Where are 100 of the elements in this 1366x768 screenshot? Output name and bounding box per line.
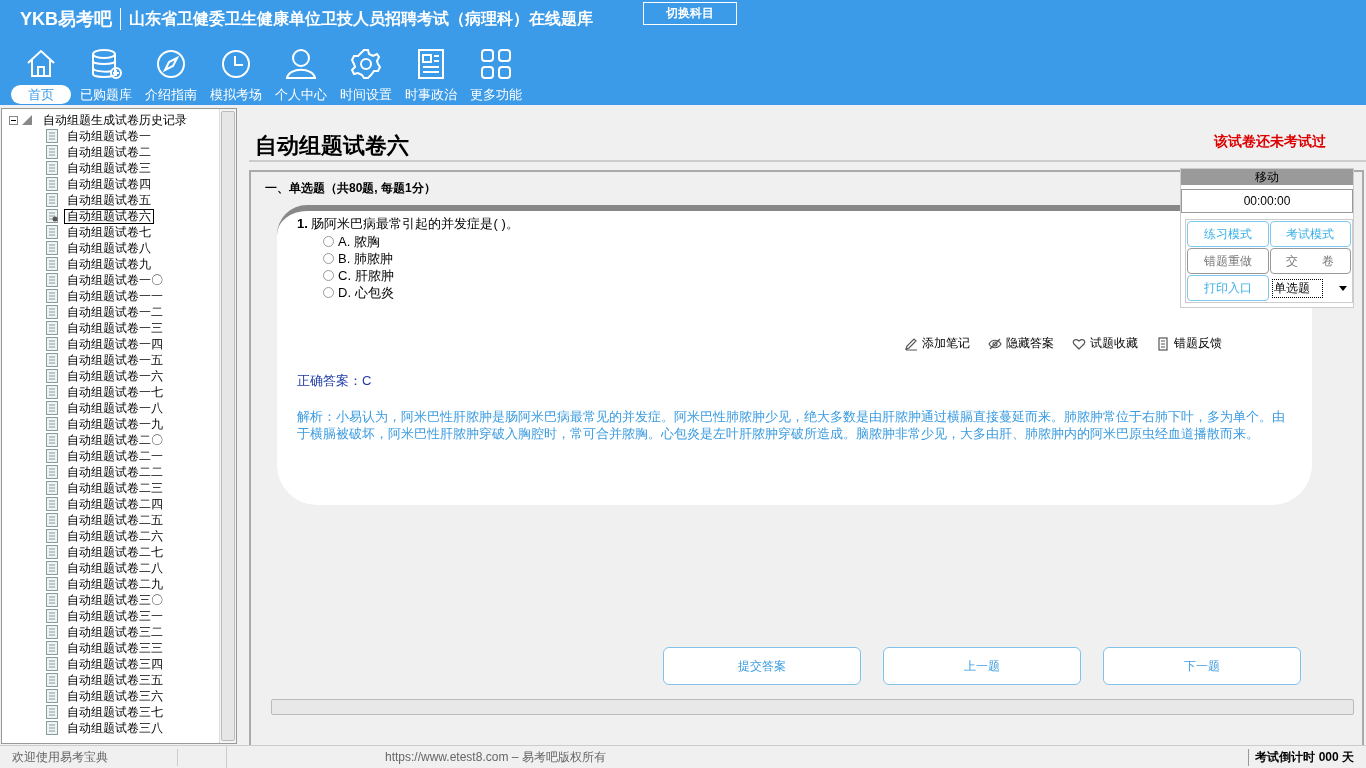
user-icon (283, 47, 318, 81)
tree-item[interactable]: 自动组题试卷一 (64, 128, 154, 144)
document-icon (46, 625, 58, 639)
document-icon (46, 273, 58, 287)
document-icon (46, 145, 58, 159)
question-text: 1. 肠阿米巴病最常引起的并发症是( )。 (297, 215, 520, 233)
radio-button[interactable] (323, 253, 334, 264)
tree-item[interactable]: 自动组题试卷三七 (64, 704, 166, 720)
document-icon (46, 433, 58, 447)
tree-item[interactable]: 自动组题试卷一一 (64, 288, 166, 304)
document-icon (46, 401, 58, 415)
option-label[interactable]: B. 肺脓肿 (338, 249, 393, 268)
tree-item[interactable]: 自动组题试卷三一 (64, 608, 166, 624)
tree-item[interactable]: 自动组题试卷三四 (64, 656, 166, 672)
document-icon (46, 193, 58, 207)
document-pin-icon (46, 209, 58, 223)
gear-icon (348, 47, 383, 81)
heart-icon (1072, 336, 1086, 351)
tree-item[interactable]: 自动组题试卷二六 (64, 528, 166, 544)
action-link[interactable]: 隐藏答案 (988, 335, 1054, 352)
action-link[interactable]: 试题收藏 (1072, 335, 1138, 352)
tree-item[interactable]: 自动组题试卷二四 (64, 496, 166, 512)
tree-item[interactable]: 自动组题试卷三三 (64, 640, 166, 656)
tree-item[interactable]: 自动组题试卷八 (64, 240, 154, 256)
tree-item[interactable]: 自动组题试卷三五 (64, 672, 166, 688)
document-icon (46, 609, 58, 623)
tree-item[interactable]: 自动组题试卷一二 (64, 304, 166, 320)
scrollbar[interactable] (271, 699, 1354, 715)
mode-button[interactable]: 错题重做 (1187, 248, 1269, 274)
option-label[interactable]: C. 肝脓肿 (338, 266, 394, 285)
document-icon (46, 337, 58, 351)
tree-item[interactable]: 自动组题试卷三二 (64, 624, 166, 640)
tree-item[interactable]: 自动组题试卷六 (64, 208, 154, 224)
tree-item[interactable]: 自动组题试卷一四 (64, 336, 166, 352)
tree-item[interactable]: 自动组题试卷一八 (64, 400, 166, 416)
eye-icon (988, 336, 1002, 351)
tree-item[interactable]: 自动组题试卷五 (64, 192, 154, 208)
copyright-text: https://www.etest8.com – 易考吧版权所有 (385, 748, 607, 766)
document-icon (46, 305, 58, 319)
tree-item[interactable]: 自动组题试卷一九 (64, 416, 166, 432)
tree-item[interactable]: 自动组题试卷九 (64, 256, 154, 272)
tree-item[interactable]: 自动组题试卷二三 (64, 480, 166, 496)
tree-item[interactable]: 自动组题试卷四 (64, 176, 154, 192)
document-icon (46, 481, 58, 495)
document-icon (46, 497, 58, 511)
tree-item[interactable]: 自动组题试卷一三 (64, 320, 166, 336)
tree-item[interactable]: 自动组题试卷一六 (64, 368, 166, 384)
document-icon (46, 561, 58, 575)
action-link[interactable]: 错题反馈 (1156, 335, 1222, 352)
document-icon (46, 129, 58, 143)
document-icon (46, 369, 58, 383)
document-icon (46, 705, 58, 719)
document-icon (46, 417, 58, 431)
doc-icon (1156, 336, 1170, 351)
collapse-icon[interactable] (9, 115, 18, 125)
welcome-text: 欢迎使用易考宝典 (0, 748, 178, 766)
tree-item[interactable]: 自动组题试卷二八 (64, 560, 166, 576)
radio-button[interactable] (323, 270, 334, 281)
dropdown-icon (1339, 285, 1347, 291)
document-icon (46, 177, 58, 191)
tree-item[interactable]: 自动组题试卷二〇 (64, 432, 166, 448)
tree-item[interactable]: 自动组题试卷二 (64, 144, 154, 160)
radio-button[interactable] (323, 236, 334, 247)
tree-item[interactable]: 自动组题试卷一五 (64, 352, 166, 368)
app-title: 山东省卫健委卫生健康单位卫技人员招聘考试（病理科）在线题库 (129, 8, 593, 29)
document-icon (46, 641, 58, 655)
document-icon (46, 241, 58, 255)
document-icon (46, 593, 58, 607)
tree-item[interactable]: 自动组题试卷三 (64, 160, 154, 176)
option-label[interactable]: D. 心包炎 (338, 283, 394, 302)
document-icon (46, 721, 58, 735)
tree-item[interactable]: 自动组题试卷二二 (64, 464, 166, 480)
tree-item[interactable]: 自动组题试卷七 (64, 224, 154, 240)
action-link[interactable]: 添加笔记 (904, 335, 970, 352)
document-icon (46, 529, 58, 543)
scrollbar[interactable] (219, 109, 236, 743)
app-logo: YKB易考吧 (20, 8, 121, 30)
tree-item[interactable]: 自动组题试卷一〇 (64, 272, 166, 288)
section-heading: 一、单选题（共80题, 每题1分） (265, 180, 436, 197)
radio-button[interactable] (323, 287, 334, 298)
tree-item[interactable]: 自动组题试卷二七 (64, 544, 166, 560)
document-icon (46, 449, 58, 463)
tree-item[interactable]: 自动组题试卷二一 (64, 448, 166, 464)
document-icon (46, 657, 58, 671)
paper-title: 自动组题试卷六 (255, 132, 409, 160)
tree-item[interactable]: 自动组题试卷三八 (64, 720, 166, 736)
mode-button[interactable]: 交 卷 (1269, 248, 1351, 274)
tree-item[interactable]: 自动组题试卷三六 (64, 688, 166, 704)
tree-root[interactable]: 自动组题生成试卷历史记录 (40, 112, 190, 128)
tree-item[interactable]: 自动组题试卷二九 (64, 576, 166, 592)
panel-title[interactable]: 移动 (1181, 169, 1353, 185)
tree-item[interactable]: 自动组题试卷二五 (64, 512, 166, 528)
pencil-icon (904, 336, 918, 351)
option-label[interactable]: A. 脓胸 (338, 232, 380, 251)
tree-item[interactable]: 自动组题试卷三〇 (64, 592, 166, 608)
paper-status: 该试卷还未考试过 (1214, 133, 1326, 151)
tree-item[interactable]: 自动组题试卷一七 (64, 384, 166, 400)
document-icon (46, 225, 58, 239)
document-icon (46, 465, 58, 479)
grid-icon (478, 47, 513, 81)
